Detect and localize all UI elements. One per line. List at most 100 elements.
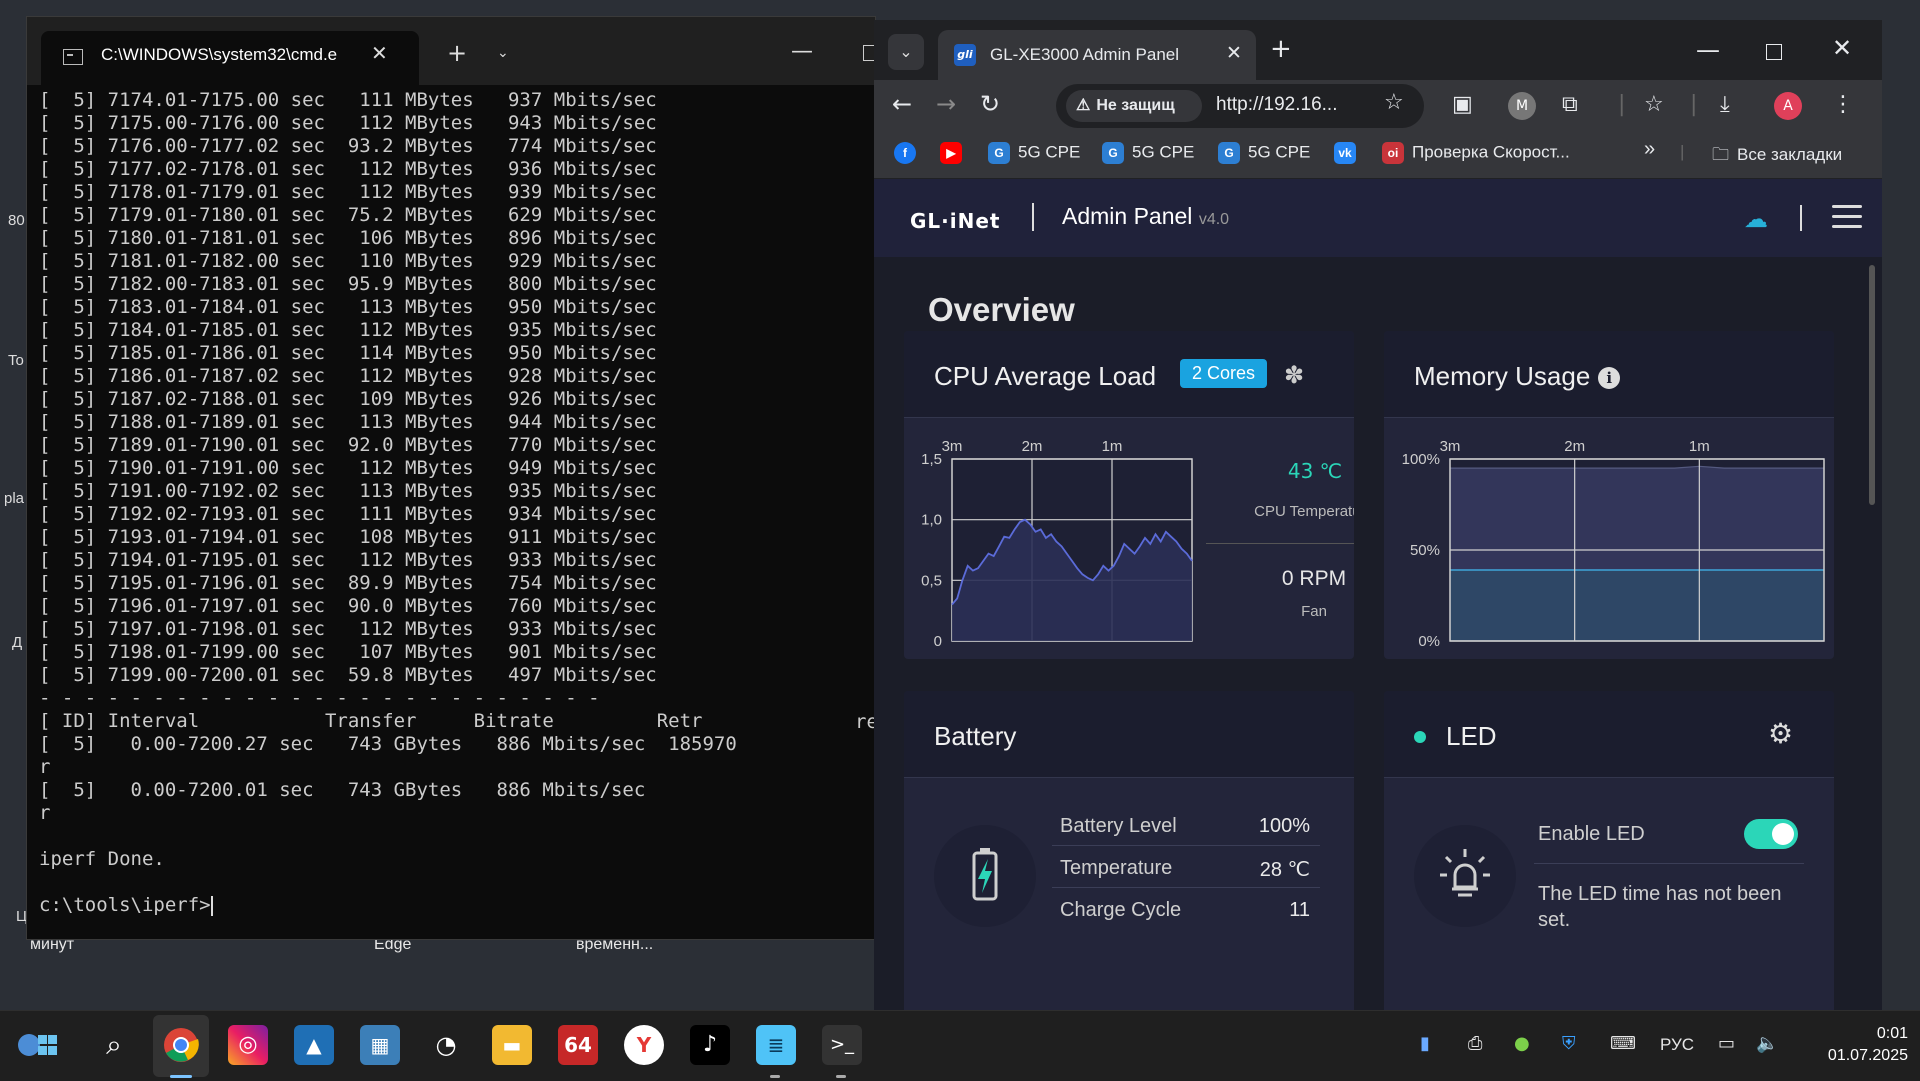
gear-icon[interactable]: ⚙ [1768, 717, 1793, 750]
url-text[interactable]: http://192.16... [1216, 94, 1337, 116]
bookmark-5g-cpe[interactable]: G 5G CPE [1102, 142, 1194, 164]
info-icon[interactable]: i [1598, 367, 1621, 390]
screenshot-extension-icon[interactable]: ▣ [1452, 92, 1473, 117]
security-chip[interactable]: ⚠ Не защищ [1066, 90, 1202, 122]
browser-tab-active[interactable]: gli GL-XE3000 Admin Panel ✕ [938, 30, 1256, 80]
bookmark-label: 5G CPE [1132, 142, 1195, 162]
language-indicator[interactable]: РУС [1660, 1035, 1694, 1055]
browser-window[interactable]: ⌄ gli GL-XE3000 Admin Panel ✕ + — ✕ ← → … [874, 20, 1882, 1010]
bluetooth-device-icon[interactable]: ▮ [1420, 1033, 1430, 1054]
bookmark-5g-cpe[interactable]: G 5G CPE [1218, 142, 1310, 164]
back-icon[interactable]: ← [892, 90, 912, 118]
led-status-dot [1414, 731, 1426, 743]
bookmark-5g-cpe[interactable]: G 5G CPE [988, 142, 1080, 164]
terminal-line: [ 5] 7180.01-7181.01 sec 106 MBytes 896 … [39, 227, 657, 249]
memory-x-tick-label: 1m [1689, 438, 1710, 455]
chrome-icon[interactable] [161, 1025, 201, 1065]
cloud-icon[interactable]: ☁ [1744, 205, 1768, 233]
fan-settings-icon[interactable]: ✽ [1284, 361, 1304, 389]
usb-device-icon[interactable]: ⎙ [1468, 1033, 1482, 1054]
gl-icon: G [988, 142, 1010, 164]
desktop-edge-label: To [8, 352, 24, 369]
profile-avatar[interactable]: A [1774, 92, 1802, 120]
new-tab-icon[interactable]: + [1270, 34, 1292, 64]
network-icon[interactable]: ▭ [1718, 1033, 1735, 1054]
close-window-icon[interactable]: ✕ [1832, 34, 1852, 62]
bookmark-youtube[interactable]: ▶ [940, 142, 970, 164]
all-bookmarks[interactable]: 🗀 Все закладки [1712, 142, 1842, 171]
enable-led-toggle[interactable] [1744, 819, 1798, 849]
vk-icon: vk [1334, 142, 1356, 164]
menu-kebab-icon[interactable]: ⋮ [1832, 92, 1854, 117]
gl-inet-logo[interactable]: GL·iNet [910, 209, 1000, 233]
terminal-window[interactable]: C:\WINDOWS\system32\cmd.e ✕ + ⌄ — [ 5] 7… [26, 16, 876, 940]
tiktok-icon[interactable]: ♪ [690, 1025, 730, 1065]
snipping-icon[interactable]: ▦ [360, 1025, 400, 1065]
battery-charging-icon [934, 825, 1036, 927]
cpu-y-tick-label: 1,0 [921, 512, 942, 529]
bookmarks-star-icon[interactable]: ☆ [1644, 92, 1664, 117]
bookmark-vk[interactable]: vk [1334, 142, 1364, 164]
reload-icon[interactable]: ↻ [980, 90, 1000, 118]
battery-temperature-value: 28 ℃ [1259, 859, 1310, 881]
volume-icon[interactable]: 🔈 [1756, 1033, 1778, 1054]
terminal-output[interactable]: [ 5] 7174.01-7175.00 sec 111 MBytes 937 … [39, 89, 875, 939]
keyboard-icon[interactable]: ⌨ [1610, 1033, 1636, 1054]
terminal-line: [ 5] 7199.00-7200.01 sec 59.8 MBytes 497… [39, 664, 657, 686]
memory-card-title-text: Memory Usage [1414, 361, 1591, 391]
clock[interactable]: 0:01 01.07.2025 [1804, 1023, 1908, 1067]
terminal-line: [ 5] 7178.01-7179.01 sec 112 MBytes 939 … [39, 181, 657, 203]
terminal-line: [ 5] 7191.00-7192.02 sec 113 MBytes 935 … [39, 480, 657, 502]
terminal-line: [ 5] 7182.00-7183.01 sec 95.9 MBytes 800… [39, 273, 657, 295]
gl-icon: G [1102, 142, 1124, 164]
file-explorer-icon[interactable]: ▬ [492, 1025, 532, 1065]
terminal-tab[interactable]: C:\WINDOWS\system32\cmd.e ✕ [41, 31, 419, 85]
yandex-browser-icon[interactable]: Y [624, 1025, 664, 1065]
page-scrollbar[interactable] [1869, 265, 1875, 505]
address-bar[interactable]: ⚠ Не защищ http://192.16... ☆ [1056, 84, 1424, 128]
memory-y-tick-label: 50% [1410, 542, 1440, 559]
terminal-titlebar[interactable]: C:\WINDOWS\system32\cmd.e ✕ + ⌄ — [27, 17, 875, 85]
new-tab-icon[interactable]: + [447, 39, 467, 67]
lightbulb-icon [1414, 825, 1516, 927]
defender-shield-icon[interactable]: ⛨ [1562, 1033, 1576, 1054]
photos-icon[interactable]: ▲ [294, 1025, 334, 1065]
vpn-tray-icon[interactable]: ● [1514, 1033, 1530, 1054]
windows-start-icon[interactable] [14, 1025, 64, 1065]
bookmark-facebook[interactable]: f [894, 142, 924, 164]
extension-avatar[interactable]: M [1508, 92, 1536, 120]
terminal-line: r [39, 802, 51, 824]
terminal-icon[interactable]: >_ [822, 1025, 862, 1065]
cpu-load-chart: 1,5 1,0 0,5 0 3m 2m 1m [921, 438, 1193, 650]
maximize-icon[interactable] [1766, 44, 1782, 60]
aida64-icon[interactable]: 64 [558, 1025, 598, 1065]
notepad-icon[interactable]: ≣ [756, 1025, 796, 1065]
fan-speed: 0 RPM [1281, 567, 1347, 590]
instagram-icon[interactable]: ◎ [228, 1025, 268, 1065]
bookmark-label: Проверка Скорост... [1412, 142, 1570, 162]
bookmarks-overflow[interactable]: » [1644, 138, 1655, 161]
taskbar: ⌕ ◎ ▲ ▦ ◔ ▬ 64 Y ♪ ≣ >_ ▮ ⎙ ● ⛨ ⌨ РУС ▭ … [0, 1010, 1920, 1081]
terminal-line: [ 5] 7190.01-7191.00 sec 112 MBytes 949 … [39, 457, 657, 479]
terminal-line: [ 5] 7188.01-7189.01 sec 113 MBytes 944 … [39, 411, 657, 433]
hamburger-menu-icon[interactable] [1832, 205, 1862, 235]
security-label: Не защищ [1096, 97, 1175, 114]
terminal-line: [ 5] 7189.01-7190.01 sec 92.0 MBytes 770… [39, 434, 657, 456]
close-tab-icon[interactable]: ✕ [1226, 42, 1242, 64]
close-tab-icon[interactable]: ✕ [371, 41, 388, 65]
speedometer-icon[interactable]: ◔ [426, 1025, 466, 1065]
minimize-icon[interactable]: — [1696, 36, 1720, 64]
chevron-down-icon[interactable]: ⌄ [497, 45, 509, 61]
extensions-icon[interactable]: ⧉ [1562, 92, 1578, 117]
toolbar-divider: | [1690, 92, 1698, 117]
terminal-line: [ 5] 7198.01-7199.00 sec 107 MBytes 901 … [39, 641, 657, 663]
download-icon[interactable]: ⤓ [1720, 92, 1730, 117]
forward-icon[interactable]: → [936, 90, 956, 118]
star-icon[interactable]: ☆ [1384, 90, 1404, 115]
minimize-icon[interactable]: — [791, 39, 813, 64]
terminal-trailing-text: re [855, 711, 876, 733]
search-icon[interactable]: ⌕ [94, 1025, 134, 1065]
bookmark-speedtest[interactable]: oi Проверка Скорост... [1382, 142, 1570, 164]
tab-search-icon[interactable]: ⌄ [888, 34, 924, 70]
cmd-icon [63, 49, 83, 65]
